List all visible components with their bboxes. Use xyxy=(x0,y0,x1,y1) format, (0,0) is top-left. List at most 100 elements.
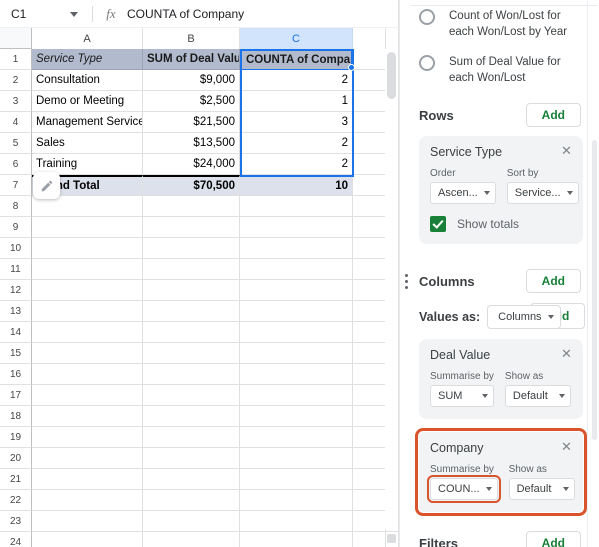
empty-row[interactable]: 20 xyxy=(0,448,398,469)
selection-fill-handle[interactable] xyxy=(348,64,355,71)
cell-b8[interactable] xyxy=(143,196,240,217)
formula-input[interactable]: COUNTA of Company xyxy=(120,7,244,21)
column-header-b[interactable]: B xyxy=(143,28,240,49)
summarise-select-company[interactable]: COUN... xyxy=(427,475,501,503)
table-row[interactable]: 2 Consultation $9,000 2 xyxy=(0,70,398,91)
cell-c11[interactable] xyxy=(240,259,353,280)
cell-a18[interactable] xyxy=(32,406,143,427)
row-header[interactable]: 12 xyxy=(0,280,32,301)
row-header[interactable]: 15 xyxy=(0,343,32,364)
close-icon[interactable]: ✕ xyxy=(560,440,573,453)
value-field-card-deal-value[interactable]: Deal Value ✕ Summarise by SUM Show as De… xyxy=(419,339,583,419)
cell-a11[interactable] xyxy=(32,259,143,280)
rows-field-card-service-type[interactable]: Service Type ✕ Order Ascen... Sort by Se… xyxy=(419,136,583,244)
cell-c9[interactable] xyxy=(240,217,353,238)
row-header[interactable]: 23 xyxy=(0,511,32,532)
cell-a22[interactable] xyxy=(32,490,143,511)
suggestion-item-2[interactable]: Sum of Deal Value for each Won/Lost xyxy=(399,54,599,86)
empty-row[interactable]: 9 xyxy=(0,217,398,238)
empty-row[interactable]: 17 xyxy=(0,385,398,406)
show-totals-checkbox[interactable] xyxy=(430,216,446,232)
grid-scroll-button[interactable] xyxy=(387,534,396,543)
cell-a19[interactable] xyxy=(32,427,143,448)
row-header[interactable]: 4 xyxy=(0,112,32,133)
cell-a20[interactable] xyxy=(32,448,143,469)
row-header[interactable]: 8 xyxy=(0,196,32,217)
row-header[interactable]: 9 xyxy=(0,217,32,238)
cell-b12[interactable] xyxy=(143,280,240,301)
cell-c14[interactable] xyxy=(240,322,353,343)
cell-a21[interactable] xyxy=(32,469,143,490)
cell-d20[interactable] xyxy=(353,448,386,469)
cell-d9[interactable] xyxy=(353,217,386,238)
cell-c8[interactable] xyxy=(240,196,353,217)
cell-d23[interactable] xyxy=(353,511,386,532)
cell-d4[interactable] xyxy=(353,112,386,133)
filters-add-button[interactable]: Add xyxy=(525,531,581,547)
showas-select-deal-value[interactable]: Default xyxy=(504,385,571,407)
row-header[interactable]: 2 xyxy=(0,70,32,91)
cell-c13[interactable] xyxy=(240,301,353,322)
order-select[interactable]: Ascen... xyxy=(430,182,496,204)
cell-d13[interactable] xyxy=(353,301,386,322)
cell-d12[interactable] xyxy=(353,280,386,301)
cell-d21[interactable] xyxy=(353,469,386,490)
empty-row[interactable]: 24 xyxy=(0,532,398,547)
cell-a9[interactable] xyxy=(32,217,143,238)
row-header[interactable]: 5 xyxy=(0,133,32,154)
cell-d11[interactable] xyxy=(353,259,386,280)
table-row[interactable]: 4 Management Services $21,500 3 xyxy=(0,112,398,133)
row-header[interactable]: 11 xyxy=(0,259,32,280)
cell-c15[interactable] xyxy=(240,343,353,364)
cell-b22[interactable] xyxy=(143,490,240,511)
grid-body[interactable]: 1 Service Type SUM of Deal Value COUNTA … xyxy=(0,49,398,547)
table-row[interactable]: 1 Service Type SUM of Deal Value COUNTA … xyxy=(0,49,398,70)
row-header[interactable]: 6 xyxy=(0,154,32,175)
table-row[interactable]: 5 Sales $13,500 2 xyxy=(0,133,398,154)
cell-b5[interactable]: $13,500 xyxy=(143,133,240,154)
cell-c24[interactable] xyxy=(240,532,353,547)
cell-b1[interactable]: SUM of Deal Value xyxy=(143,49,240,70)
empty-row[interactable]: 21 xyxy=(0,469,398,490)
close-icon[interactable]: ✕ xyxy=(560,144,573,157)
cell-b20[interactable] xyxy=(143,448,240,469)
cell-d2[interactable] xyxy=(353,70,386,91)
cell-c21[interactable] xyxy=(240,469,353,490)
cell-b10[interactable] xyxy=(143,238,240,259)
cell-d7[interactable] xyxy=(353,175,386,196)
row-header[interactable]: 24 xyxy=(0,532,32,547)
cell-c10[interactable] xyxy=(240,238,353,259)
cell-b18[interactable] xyxy=(143,406,240,427)
cell-c3[interactable]: 1 xyxy=(240,91,353,112)
empty-row[interactable]: 13 xyxy=(0,301,398,322)
select-all-corner[interactable] xyxy=(0,28,32,49)
row-header[interactable]: 7 xyxy=(0,175,32,196)
cell-b9[interactable] xyxy=(143,217,240,238)
row-header[interactable]: 3 xyxy=(0,91,32,112)
cell-b6[interactable]: $24,000 xyxy=(143,154,240,175)
empty-row[interactable]: 14 xyxy=(0,322,398,343)
cell-c23[interactable] xyxy=(240,511,353,532)
row-header[interactable]: 16 xyxy=(0,364,32,385)
empty-row[interactable]: 16 xyxy=(0,364,398,385)
empty-row[interactable]: 15 xyxy=(0,343,398,364)
cell-b4[interactable]: $21,500 xyxy=(143,112,240,133)
chevron-down-icon[interactable] xyxy=(70,11,78,17)
cell-c22[interactable] xyxy=(240,490,353,511)
radio-icon[interactable] xyxy=(419,55,435,71)
cell-d1[interactable] xyxy=(353,49,386,70)
cell-c7[interactable]: 10 xyxy=(240,175,353,196)
cell-d6[interactable] xyxy=(353,154,386,175)
cell-d14[interactable] xyxy=(353,322,386,343)
cell-d18[interactable] xyxy=(353,406,386,427)
row-header[interactable]: 17 xyxy=(0,385,32,406)
row-header[interactable]: 10 xyxy=(0,238,32,259)
cell-b21[interactable] xyxy=(143,469,240,490)
value-field-card-company[interactable]: Company ✕ Summarise by COUN... Show as D… xyxy=(415,428,587,516)
table-row[interactable]: 3 Demo or Meeting $2,500 1 xyxy=(0,91,398,112)
cell-a23[interactable] xyxy=(32,511,143,532)
cell-a3[interactable]: Demo or Meeting xyxy=(32,91,143,112)
rows-add-button[interactable]: Add xyxy=(525,103,581,127)
empty-rows[interactable]: 8910111213141516171819202122232425262728… xyxy=(0,196,398,547)
cell-a5[interactable]: Sales xyxy=(32,133,143,154)
